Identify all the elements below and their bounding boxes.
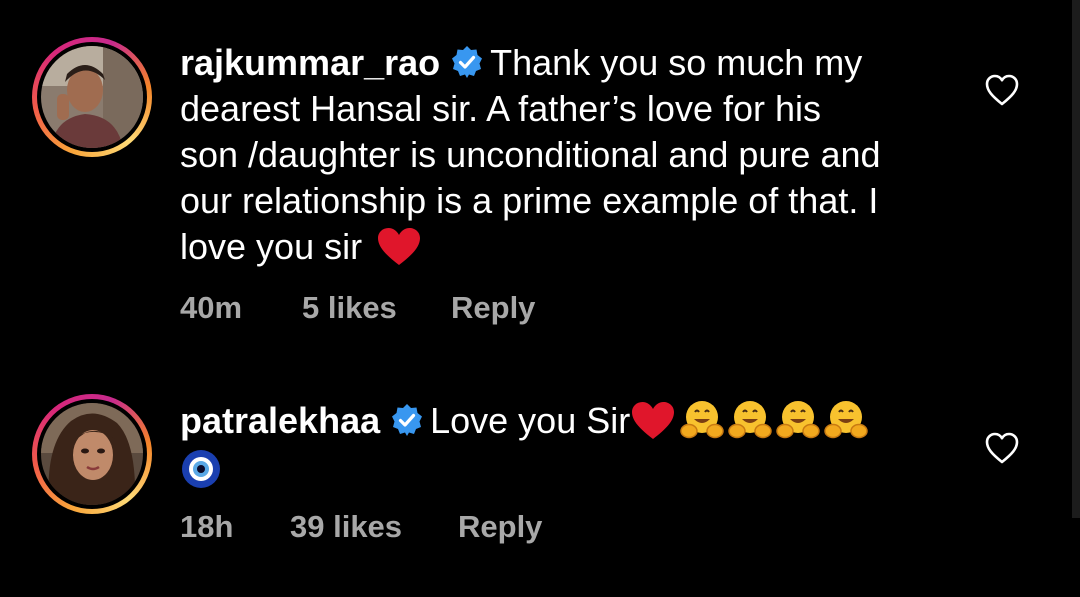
comment-line: our relationship is a prime example of t… (180, 180, 879, 221)
avatar-photo (41, 403, 143, 505)
likes-count[interactable]: 39 likes (290, 509, 402, 545)
hugging-face-icon (824, 401, 868, 439)
hugging-face-icon (680, 401, 724, 439)
nazar-amulet-icon (182, 450, 220, 488)
verified-badge-icon (452, 46, 483, 78)
comment-line: love you sir (180, 226, 363, 267)
scrollbar[interactable] (1072, 0, 1080, 518)
reply-button[interactable]: Reply (458, 509, 542, 545)
comment-line: Love you Sir (430, 400, 631, 441)
timestamp: 18h (180, 509, 234, 544)
comment-line: Thank you so much my (490, 42, 863, 83)
red-heart-icon (632, 402, 675, 439)
avatar-story-ring[interactable] (32, 37, 152, 157)
reply-button[interactable]: Reply (451, 290, 535, 326)
likes-count[interactable]: 5 likes (302, 290, 397, 326)
avatar-photo (41, 46, 143, 148)
username[interactable]: patralekhaa (180, 400, 380, 441)
comment-line: son /daughter is unconditional and pure … (180, 134, 881, 175)
comment-text: rajkummar_rao Thank you so much my deare… (180, 40, 970, 270)
hugging-face-icon (728, 401, 772, 439)
username[interactable]: rajkummar_rao (180, 42, 440, 83)
heart-outline-icon[interactable] (984, 73, 1020, 107)
comment-line: dearest Hansal sir. A father’s love for … (180, 88, 822, 129)
avatar[interactable] (41, 46, 143, 148)
hugging-face-icon (776, 401, 820, 439)
avatar[interactable] (41, 403, 143, 505)
comment-text: patralekhaa Love you Sir (180, 398, 970, 493)
avatar-story-ring[interactable] (32, 394, 152, 514)
red-heart-icon (378, 228, 421, 265)
heart-outline-icon[interactable] (984, 431, 1020, 465)
comments-screen: rajkummar_rao Thank you so much my deare… (0, 0, 1080, 597)
timestamp: 40m (180, 290, 243, 325)
verified-badge-icon (392, 404, 423, 436)
